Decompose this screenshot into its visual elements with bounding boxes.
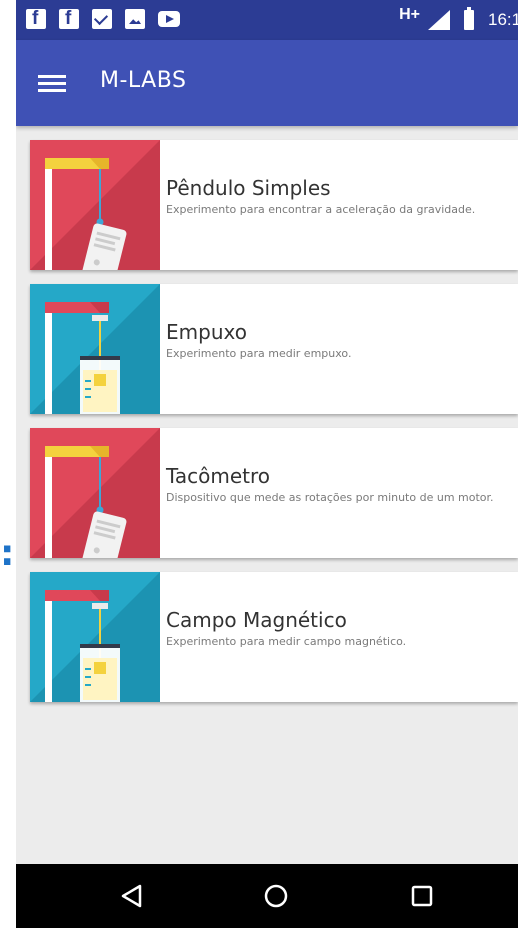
facebook-icon [59, 8, 79, 30]
card-title: Empuxo [166, 320, 247, 344]
card-description: Experimento para medir empuxo. [166, 347, 352, 360]
card-title: Campo Magnético [166, 608, 347, 632]
gallery-icon [125, 9, 145, 29]
navigation-bar [16, 864, 518, 928]
battery-icon [464, 7, 474, 30]
pendulum-icon [30, 428, 160, 558]
recents-icon[interactable] [408, 882, 436, 910]
card-text: Tacômetro Dispositivo que mede as rotaçõ… [166, 464, 518, 506]
card-title: Pêndulo Simples [166, 176, 331, 200]
youtube-icon [158, 11, 180, 27]
app-bar: M-LABS [16, 40, 518, 126]
facebook-icon [26, 8, 46, 30]
card-description: Dispositivo que mede as rotações por min… [166, 491, 494, 504]
experiment-card-tacometro[interactable]: Tacômetro Dispositivo que mede as rotaçõ… [30, 428, 518, 558]
system-status: H+ 16:10 [399, 6, 518, 34]
experiment-list: Pêndulo Simples Experimento para encontr… [30, 140, 518, 716]
screen: : H+ 16:10 M-LABS [0, 0, 518, 928]
phone-screen: H+ 16:10 M-LABS [16, 0, 518, 928]
status-bar: H+ 16:10 [16, 0, 518, 40]
gmail-icon [92, 9, 112, 29]
network-type: H+ [399, 6, 420, 23]
back-icon[interactable] [118, 882, 146, 910]
signal-icon [428, 10, 450, 30]
experiment-card-pendulo-simples[interactable]: Pêndulo Simples Experimento para encontr… [30, 140, 518, 270]
card-description: Experimento para encontrar a aceleração … [166, 203, 476, 216]
partial-edge-glyph: : [0, 536, 12, 572]
card-description: Experimento para medir campo magnético. [166, 635, 407, 648]
app-title: M-LABS [100, 68, 187, 93]
card-text: Empuxo Experimento para medir empuxo. [166, 320, 518, 362]
notification-icons [26, 8, 180, 30]
card-text: Campo Magnético Experimento para medir c… [166, 608, 518, 650]
experiment-card-empuxo[interactable]: Empuxo Experimento para medir empuxo. [30, 284, 518, 414]
card-title: Tacômetro [166, 464, 271, 488]
pendulum-icon [30, 140, 160, 270]
card-text: Pêndulo Simples Experimento para encontr… [166, 176, 518, 218]
buoyancy-icon [30, 284, 160, 414]
buoyancy-icon [30, 572, 160, 702]
clock: 16:10 [488, 10, 518, 29]
experiment-card-campo-magnetico[interactable]: Campo Magnético Experimento para medir c… [30, 572, 518, 702]
home-icon[interactable] [262, 882, 290, 910]
menu-icon[interactable] [38, 70, 66, 96]
